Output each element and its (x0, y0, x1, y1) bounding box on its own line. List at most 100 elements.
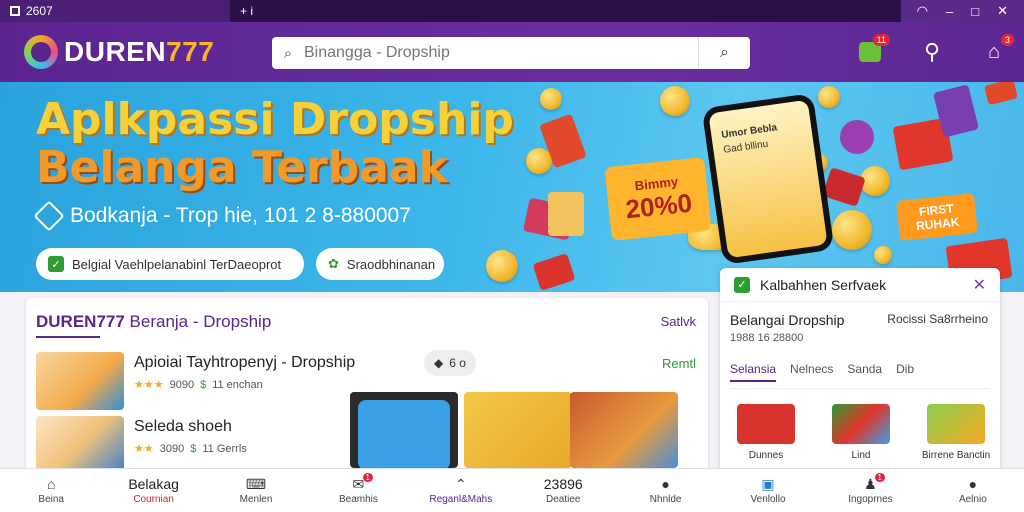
panel-item[interactable]: Birrene Banctin (920, 404, 992, 461)
nav-label: Nhnlde (649, 494, 682, 505)
card-cta[interactable]: Remtl (662, 356, 696, 371)
nav-regional[interactable]: ⌃ Reganl&Mahs (410, 469, 512, 512)
nav-menlen[interactable]: ⌨ Menlen (205, 469, 307, 512)
banner-button-1[interactable]: ✓ Belgial Vaehlpelanabinl TerDaeoprot (36, 248, 304, 280)
user-icon: ● (661, 476, 670, 492)
nav-label: Aelnio (958, 494, 987, 505)
hero-banner[interactable]: Aplkpassi Dropship Belanga Terbaak Bodka… (0, 82, 1024, 292)
profile-badge: 3 (1000, 34, 1014, 46)
product-title: Apioiai Tayhtropenyj - Dropship (134, 354, 356, 371)
search-icon: ⌕ (283, 44, 293, 62)
logo-text: DUREN777 (64, 36, 215, 67)
product-meta: ★★★ 9090 $ 11 enchan (134, 378, 355, 392)
search-header-button[interactable]: ⚲ (916, 36, 948, 68)
nav-label: Deatiee (546, 494, 581, 505)
card-title-rest: Beranja - Dropship (124, 312, 272, 331)
nav-label: Ingoprnes (848, 494, 893, 505)
logo[interactable]: DUREN777 (24, 35, 264, 69)
nav-beamhis[interactable]: ✉ 1 Beamhis (307, 469, 409, 512)
package-decoration (548, 192, 584, 236)
package-decoration (840, 120, 874, 154)
shop-icon: ▣ (761, 475, 775, 492)
account-icon: ● (968, 476, 978, 492)
check-icon: ✓ (48, 256, 64, 272)
phone-screen: Umor Bebla Gad bllinu (708, 99, 828, 259)
promo-badge[interactable]: FIRST RUHAK (896, 193, 978, 241)
nav-venlollo[interactable]: ▣ Venlollo (717, 469, 819, 512)
panel-product-code: 1988 16 28800 (730, 332, 804, 344)
product-row[interactable]: Seleda shoeh ★★ 3090 $ 11 Gerrls (36, 416, 247, 474)
app-label: 2607 (26, 4, 53, 18)
price-icon: $ (200, 378, 207, 391)
product-badge-text: 6 o (449, 356, 466, 370)
phone-mockup: Umor Bebla Gad bllinu (701, 92, 835, 266)
tab-nelnecs[interactable]: Nelnecs (790, 362, 833, 382)
coin-decoration (818, 86, 840, 108)
nav-aelnio[interactable]: ● Aelnio (922, 469, 1024, 512)
nav-belakag[interactable]: Belakag Cournian (102, 469, 204, 512)
card-link[interactable]: Satlvk (661, 314, 696, 329)
nav-label: Menlen (239, 494, 273, 505)
banner-title-line1: Aplkpassi Dropship (36, 94, 514, 145)
product-tile[interactable] (464, 392, 572, 468)
service-panel: ✓ Kalbahhen Serfvaek ✕ Belangai Dropship… (720, 268, 1000, 478)
panel-tabs: Selansia Nelnecs Sanda Dib (730, 362, 990, 389)
promo-card[interactable]: Bimmy 20%0 (604, 156, 712, 242)
product-tile[interactable] (350, 392, 458, 468)
tile-screen (358, 400, 450, 468)
nav-label: Venlollo (750, 494, 786, 505)
product-badge-pill[interactable]: ◆ 6 o (424, 350, 476, 376)
cart-badge: 11 (872, 34, 890, 46)
banner-button-2-label: Sraodbhinanan (346, 256, 436, 272)
price-icon: $ (190, 442, 197, 455)
product-row[interactable]: Apioiai Tayhtropenyj - Dropship ★★★ 9090… (36, 352, 355, 410)
profile-button[interactable]: ⌂ 3 (978, 34, 1014, 68)
check-icon: ✓ (734, 276, 750, 293)
item-image (927, 404, 985, 444)
panel-header: ✓ Kalbahhen Serfvaek ✕ (720, 268, 1000, 302)
product-meta: ★★ 3090 $ 11 Gerrls (134, 442, 247, 456)
nav-deatiee[interactable]: 23896 Deatiee (512, 469, 614, 512)
item-image (737, 404, 795, 444)
nav-nhnlde[interactable]: ● Nhnlde (614, 469, 716, 512)
nav-home[interactable]: ⌂ Beina (0, 469, 102, 512)
banner-button-2[interactable]: ✿ Sraodbhinanan (316, 248, 444, 280)
minimize-button[interactable]: – (946, 4, 953, 19)
nav-ingoprnes[interactable]: ♟ 1 Ingoprnes (819, 469, 921, 512)
product-meta-2: 11 enchan (212, 378, 263, 391)
product-tile[interactable] (570, 392, 678, 468)
bottom-navigation: ⌂ Beina Belakag Cournian ⌨ Menlen ✉ 1 Be… (0, 468, 1024, 512)
search-bar: ⌕ ⌕ (272, 37, 750, 69)
search-input[interactable] (304, 44, 698, 62)
maximize-button[interactable]: □ (971, 4, 979, 19)
rating-stars: ★★★ (134, 379, 164, 391)
logo-icon (24, 35, 58, 69)
window-titlebar: 2607 + i ◠ – □ ✕ (0, 0, 1024, 22)
product-thumbnail (36, 352, 124, 410)
panel-item[interactable]: Dunnes (730, 404, 802, 461)
product-card: DUREN777 Beranja - Dropship Satlvk Apioi… (26, 298, 708, 488)
nav-top-text: Belakag (128, 476, 179, 492)
cart-button[interactable]: 11 (854, 34, 890, 68)
search-button[interactable]: ⌕ (698, 37, 750, 69)
tab-dib[interactable]: Dib (896, 362, 914, 382)
product-meta-2: 11 Gerrls (202, 442, 247, 455)
browser-tab[interactable]: + i (230, 0, 901, 22)
panel-product-info: Rocissi Sa8rrheino (887, 312, 988, 326)
close-button[interactable]: ✕ (997, 3, 1008, 19)
tag-icon (33, 200, 65, 232)
header-actions: 11 ⚲ ⌂ 3 (854, 34, 1014, 68)
close-icon[interactable]: ✕ (973, 275, 986, 295)
tab-selansia[interactable]: Selansia (730, 362, 777, 382)
coin-decoration (486, 250, 518, 282)
package-decoration (984, 82, 1018, 106)
banner-subtitle-text: Bodkanja - Trop hie, 101 2 8-880007 (70, 204, 411, 227)
tab-sanda[interactable]: Sanda (847, 362, 882, 382)
new-tab-label[interactable]: + i (240, 4, 253, 18)
banner-button-1-label: Belgial Vaehlpelanabinl TerDaeoprot (72, 256, 282, 272)
nav-badge: 1 (874, 473, 885, 482)
home-gift-icon: ⌂ (987, 40, 1001, 63)
promo-percent: 20%0 (624, 187, 694, 225)
panel-item[interactable]: Lind (825, 404, 897, 461)
panel-title: Kalbahhen Serfvaek (760, 276, 887, 293)
